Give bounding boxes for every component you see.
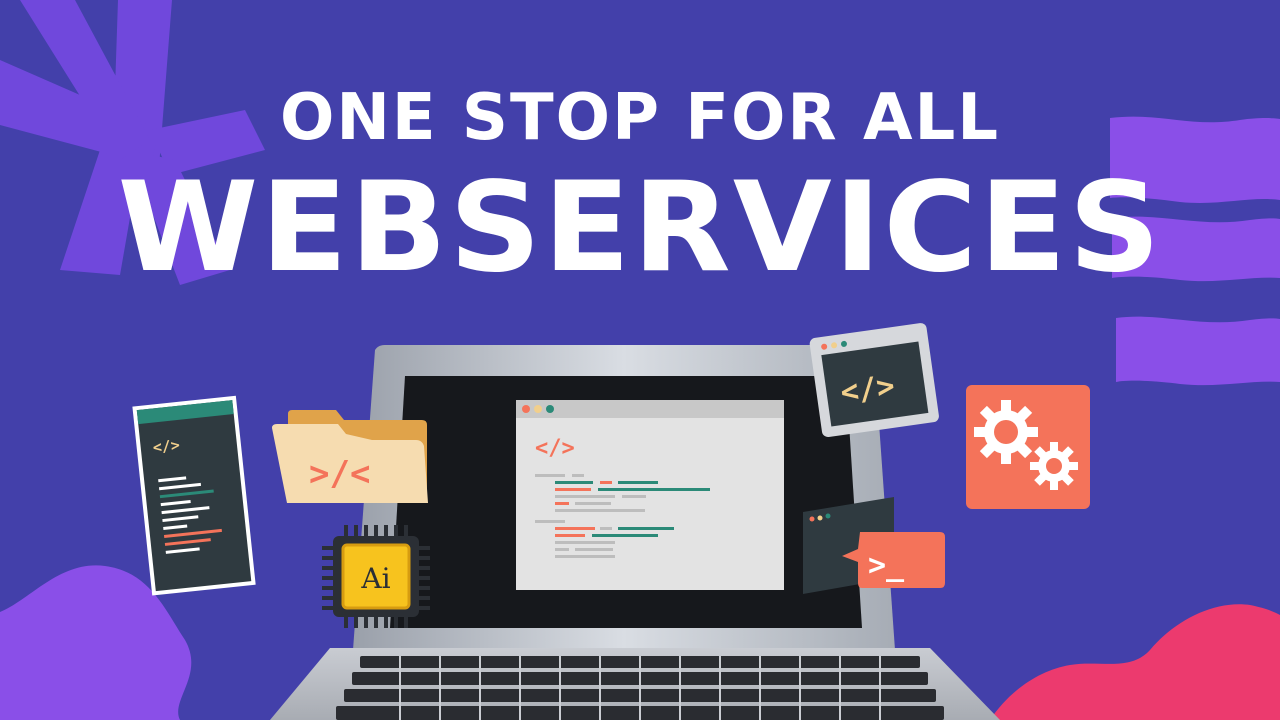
window-max-dot [546, 405, 554, 413]
web-services-illustration: </> </> >/< Ai </> >_ [132, 323, 1090, 720]
window-min-dot [534, 405, 542, 413]
terminal-window-icon: >_ [803, 497, 945, 594]
chip-label: Ai [360, 562, 390, 595]
ai-chip-icon: Ai [322, 525, 430, 628]
code-folder-icon: >/< [272, 410, 428, 503]
settings-gears-icon [966, 385, 1090, 509]
code-monitor-icon: </> [809, 323, 939, 437]
screen-code-window: </> [516, 400, 784, 590]
screen-code-icon: </> [535, 436, 575, 461]
terminal-prompt-icon: >_ [868, 548, 905, 583]
window-close-dot [522, 405, 530, 413]
left-panel-code-icon: </> [152, 436, 181, 457]
monitor-code-icon: </> [838, 368, 897, 410]
code-editor-panel: </> [132, 395, 256, 596]
folder-code-icon: >/< [309, 454, 370, 494]
thumbnail-canvas: ONE STOP FOR ALL WEBSERVICES </> </> >/<… [0, 0, 1280, 720]
